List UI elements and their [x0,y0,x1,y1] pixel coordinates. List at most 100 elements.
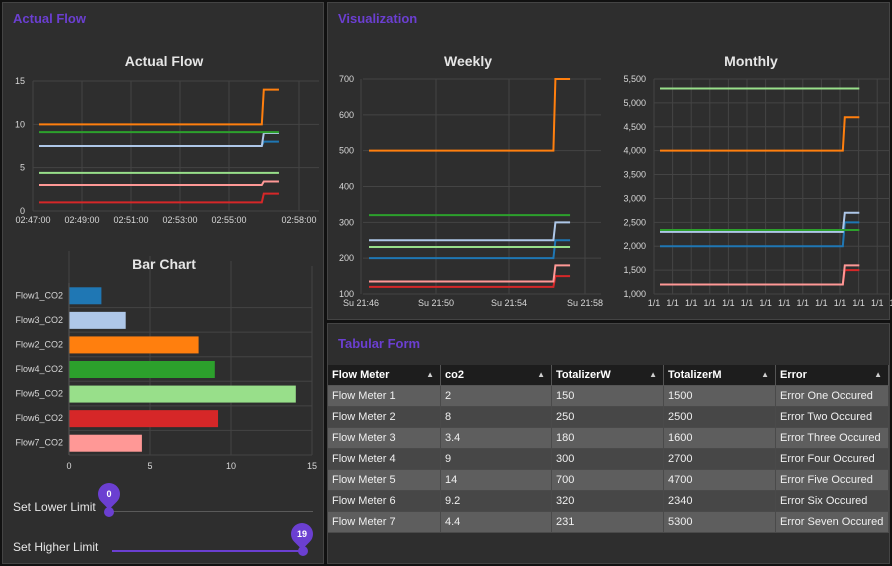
column-header[interactable]: co2 ▲ [440,365,552,386]
y-tick-label: 2,000 [623,241,646,251]
x-tick-label: 02:55:00 [211,215,246,225]
visualization-panel: Visualization Weekly 100 200 300 400 500 600 70… [327,2,892,320]
x-tick-label: 02:47:00 [15,215,50,225]
table-cell: 150 [551,385,664,407]
y-tick-label: 1,500 [623,265,646,275]
table-row[interactable]: Flow Meter 5 14 700 4700 Error Five Occured [328,469,889,491]
x-tick-label: 1/1 [815,298,828,308]
series-line [39,192,279,204]
sort-icon[interactable]: ▲ [537,370,545,379]
column-header[interactable]: Flow Meter ▲ [328,365,441,386]
x-tick-label: 02:51:00 [113,215,148,225]
bar-category-label: Flow2_CO2 [15,339,63,349]
x-tick-label: Su 21:58 [567,298,603,308]
bar [69,434,142,452]
bar [69,336,199,354]
table-cell: Error Seven Occured [775,511,889,533]
table-cell: Flow Meter 1 [328,385,441,407]
table-cell: 320 [551,490,664,512]
table-cell: Error One Occured [775,385,889,407]
series-line [660,221,860,248]
y-tick-label: 600 [339,110,354,120]
table-row[interactable]: Flow Meter 6 9.2 320 2340 Error Six Occured [328,490,889,512]
x-tick-label: Su 21:50 [418,298,454,308]
table-cell: Flow Meter 3 [328,427,441,449]
table-cell: Flow Meter 6 [328,490,441,512]
x-tick-label: 10 [226,461,236,471]
bar-category-label: Flow6_CO2 [15,413,63,423]
bar-category-label: Flow3_CO2 [15,315,63,325]
x-tick-label: 1/1 [797,298,810,308]
table-row[interactable]: Flow Meter 1 2 150 1500 Error One Occured [328,385,889,407]
x-tick-label: 1/1 [685,298,698,308]
table-row[interactable]: Flow Meter 2 8 250 2500 Error Two Occured [328,406,889,428]
y-tick-label: 500 [339,146,354,156]
x-tick-label: 1/1 [852,298,865,308]
table-cell: 250 [551,406,664,428]
sort-icon[interactable]: ▲ [761,370,769,379]
y-tick-label: 700 [339,74,354,84]
table-row[interactable]: Flow Meter 7 4.4 231 5300 Error Seven Occure… [328,511,889,533]
x-tick-label: 1/1 [666,298,679,308]
y-tick-label: 5 [20,163,25,173]
y-tick-label: 400 [339,182,354,192]
series-line [39,132,279,147]
x-tick-label: 1/1 [778,298,791,308]
x-tick-label: Su 21:46 [343,298,379,308]
table-row[interactable]: Flow Meter 4 9 300 2700 Error Four Occured [328,448,889,470]
x-tick-label: 1/1 [648,298,661,308]
table-cell: 180 [551,427,664,449]
sort-icon[interactable]: ▲ [874,370,882,379]
bar [69,311,126,329]
lower-limit-track[interactable] [109,511,313,512]
table-cell: Error Three Occured [775,427,889,449]
table-cell: 300 [551,448,664,470]
monthly-line-chart: Monthly 1,000 1,500 2,000 2,500 3,000 3,500 4,0… [623,53,892,308]
y-tick-label: 200 [339,253,354,263]
x-tick-label: 1/1 [834,298,847,308]
higher-limit-label: Set Higher Limit [13,540,99,554]
column-header[interactable]: TotalizerW ▲ [551,365,664,386]
tabular-form-panel: Tabular Form Flow Meter ▲ co2 ▲ TotalizerW… [327,323,890,564]
y-tick-label: 5,000 [623,98,646,108]
sort-icon[interactable]: ▲ [649,370,657,379]
table-cell: 4.4 [440,511,552,533]
table-cell: 2700 [663,448,776,470]
table-cell: 1600 [663,427,776,449]
sort-icon[interactable]: ▲ [426,370,434,379]
series-line [369,239,571,260]
x-tick-label: 5 [147,461,152,471]
table-cell: 9.2 [440,490,552,512]
table-cell: Error Four Occured [775,448,889,470]
x-tick-label: 02:58:00 [281,215,316,225]
chart-title: Monthly [724,53,778,69]
table-row[interactable]: Flow Meter 3 3.4 180 1600 Error Three Occure… [328,427,889,449]
column-header[interactable]: TotalizerM ▲ [663,365,776,386]
series-line [369,221,571,242]
higher-limit-track[interactable] [112,550,304,552]
bar-category-label: Flow7_CO2 [15,438,63,448]
y-tick-label: 4,000 [623,146,646,156]
higher-limit-value: 19 [296,529,307,539]
y-tick-label: 2,500 [623,217,646,227]
y-tick-label: 1,000 [623,289,646,299]
x-tick-label: 1/1 [871,298,884,308]
bar [69,361,215,378]
column-header[interactable]: Error ▲ [775,365,889,386]
table-cell: 8 [440,406,552,428]
series-line [39,88,279,126]
y-tick-label: 10 [15,119,25,129]
actual-flow-line-chart: Actual Flow05101502:47:00 02:49:00 02:51:0… [15,53,319,225]
x-tick-label: 1/1 [741,298,754,308]
table-cell: 14 [440,469,552,491]
table-cell: 231 [551,511,664,533]
bar-category-label: Flow5_CO2 [15,389,63,399]
table-cell: 3.4 [440,427,552,449]
y-tick-label: 3,500 [623,170,646,180]
table-cell: Error Six Occured [775,490,889,512]
x-tick-label: Su 21:54 [491,298,527,308]
bar-category-label: Flow1_CO2 [15,290,63,300]
x-tick-label: 02:53:00 [162,215,197,225]
series-line [39,180,279,186]
table-cell: Flow Meter 7 [328,511,441,533]
